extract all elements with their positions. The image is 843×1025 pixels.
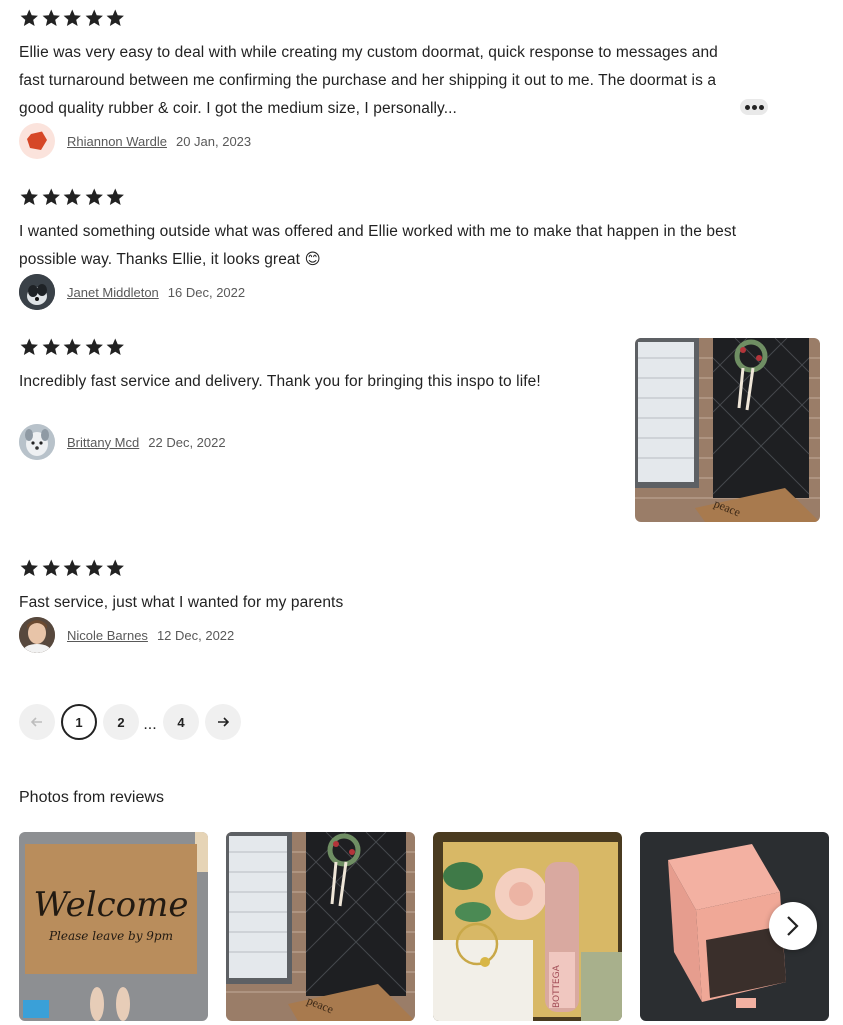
review-text: Ellie was very easy to deal with while c… xyxy=(19,44,718,117)
arrow-right-icon xyxy=(218,717,229,727)
star-icon xyxy=(62,8,83,28)
star-icon xyxy=(41,558,62,578)
arrow-left-icon xyxy=(31,717,42,727)
review-date: 16 Dec, 2022 xyxy=(167,284,246,300)
star-icon xyxy=(105,8,126,28)
doormat-welcome-text: Welcome xyxy=(33,885,188,925)
welcome-doormat-photo: Welcome Please leave by 9pm xyxy=(19,832,208,1021)
more-options-button[interactable] xyxy=(740,99,768,115)
star-icon xyxy=(105,187,126,207)
puppy-photo-avatar xyxy=(19,424,55,460)
star-icon xyxy=(41,8,62,28)
page-4-button[interactable]: 4 xyxy=(163,704,199,740)
review-meta: Janet Middleton 16 Dec, 2022 xyxy=(19,274,245,310)
photos-heading: Photos from reviews xyxy=(19,789,164,806)
avatar[interactable] xyxy=(19,424,55,460)
review-2: I wanted something outside what was offe… xyxy=(19,187,789,274)
star-icon xyxy=(62,558,83,578)
star-icon xyxy=(84,187,105,207)
review-text: I wanted something outside what was offe… xyxy=(19,223,737,268)
photos-next-button[interactable] xyxy=(769,902,817,950)
review-date: 12 Dec, 2022 xyxy=(156,627,235,643)
avatar[interactable] xyxy=(19,123,55,159)
star-icon xyxy=(62,187,83,207)
star-rating xyxy=(19,337,579,357)
review-3: Incredibly fast service and delivery. Th… xyxy=(19,337,579,396)
star-icon xyxy=(84,8,105,28)
ellipsis-icon xyxy=(744,104,750,110)
star-icon xyxy=(41,187,62,207)
star-rating xyxy=(19,187,789,207)
pagination-ellipsis: ... xyxy=(143,716,157,733)
review-meta: Brittany Mcd 22 Dec, 2022 xyxy=(19,424,226,460)
previous-page-button[interactable] xyxy=(19,704,55,740)
chevron-right-icon xyxy=(787,916,799,936)
review-meta: Nicole Barnes 12 Dec, 2022 xyxy=(19,617,234,653)
next-page-button[interactable] xyxy=(205,704,241,740)
doormat-sub-text: Please leave by 9pm xyxy=(48,929,173,943)
front-door-photo: peace xyxy=(226,832,415,1021)
review-4: Fast service, just what I wanted for my … xyxy=(19,558,579,617)
reviewer-name[interactable]: Janet Middleton xyxy=(67,285,159,300)
avatar[interactable] xyxy=(19,617,55,653)
review-text: Incredibly fast service and delivery. Th… xyxy=(19,373,541,390)
brand-avatar-icon xyxy=(27,131,47,150)
ellipsis-dot xyxy=(758,104,764,110)
review-1: Ellie was very easy to deal with while c… xyxy=(19,8,739,123)
pagination: 1 2 ... 4 xyxy=(19,704,241,740)
reviewer-name[interactable]: Nicole Barnes xyxy=(67,628,148,643)
bottle-label: BOTTEGA xyxy=(552,964,562,1008)
star-icon xyxy=(62,337,83,357)
star-icon xyxy=(84,558,105,578)
reviewer-name[interactable]: Brittany Mcd xyxy=(67,435,139,450)
avatar[interactable] xyxy=(19,274,55,310)
star-icon xyxy=(19,337,40,357)
star-icon xyxy=(41,337,62,357)
star-icon xyxy=(19,8,40,28)
gift-box-photo: BOTTEGA xyxy=(433,832,622,1021)
star-icon xyxy=(105,558,126,578)
review-photo[interactable]: peace xyxy=(635,338,820,522)
woman-photo-avatar xyxy=(19,617,55,653)
reviewer-name[interactable]: Rhiannon Wardle xyxy=(67,134,167,149)
ellipsis-dot xyxy=(751,104,757,110)
page-2-button[interactable]: 2 xyxy=(103,704,139,740)
review-text: Fast service, just what I wanted for my … xyxy=(19,594,344,611)
review-meta: Rhiannon Wardle 20 Jan, 2023 xyxy=(19,123,251,159)
review-photo-thumbnail[interactable]: BOTTEGA xyxy=(433,832,622,1021)
star-rating xyxy=(19,558,579,578)
star-icon xyxy=(84,337,105,357)
front-door-photo: peace xyxy=(635,338,820,522)
star-icon xyxy=(19,187,40,207)
review-photo-thumbnail[interactable]: peace xyxy=(226,832,415,1021)
star-icon xyxy=(19,558,40,578)
review-date: 22 Dec, 2022 xyxy=(148,434,226,450)
page-1-button[interactable]: 1 xyxy=(61,704,97,740)
review-photo-thumbnail[interactable]: Welcome Please leave by 9pm xyxy=(19,832,208,1021)
star-icon xyxy=(105,337,126,357)
dog-photo-avatar xyxy=(19,274,55,310)
review-date: 20 Jan, 2023 xyxy=(175,133,252,149)
star-rating xyxy=(19,8,739,28)
